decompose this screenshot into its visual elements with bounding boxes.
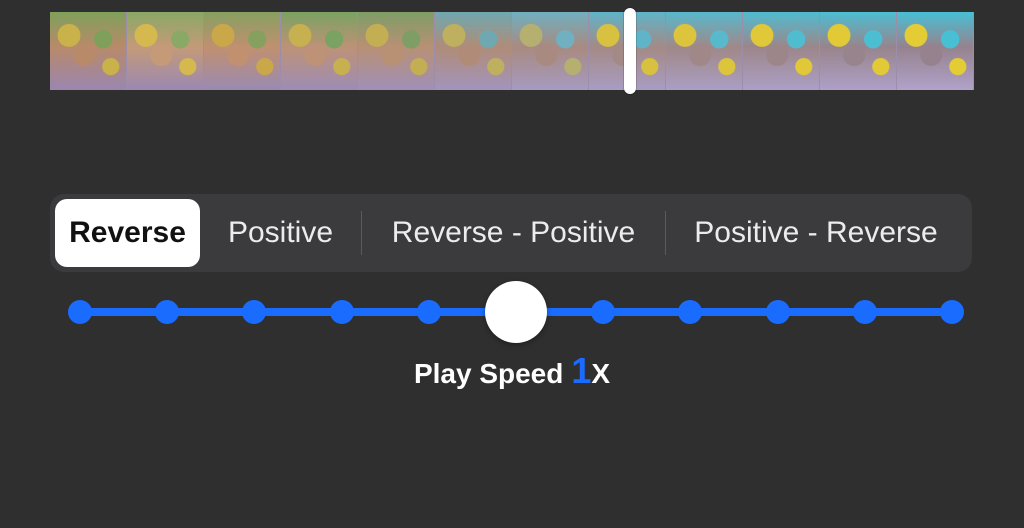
filmstrip-frame: [127, 12, 204, 90]
frame-thumbnail: [820, 12, 896, 90]
slider-step-dot[interactable]: [940, 300, 964, 324]
frame-thumbnail: [897, 12, 973, 90]
video-filmstrip[interactable]: [50, 12, 974, 90]
play-speed-value: 1: [571, 350, 592, 391]
segment-positive-reverse-label: Positive - Reverse: [694, 216, 938, 249]
playback-settings-screen: Reverse Positive Reverse - Positive Posi…: [0, 0, 1024, 528]
filmstrip-frame: [281, 12, 358, 90]
frame-thumbnail: [50, 12, 126, 90]
segment-positive[interactable]: Positive: [200, 199, 361, 267]
segment-reverse-positive-label: Reverse - Positive: [391, 216, 636, 249]
filmstrip-frame: [435, 12, 512, 90]
frame-thumbnail: [127, 12, 203, 90]
segment-reverse-label: Reverse: [69, 216, 186, 249]
filmstrip-frame: [743, 12, 820, 90]
slider-step-dot[interactable]: [852, 300, 877, 324]
slider-step-dot[interactable]: [329, 300, 354, 324]
frame-thumbnail: [204, 12, 280, 90]
frame-thumbnail: [512, 12, 588, 90]
slider-step-dot[interactable]: [155, 300, 180, 324]
frame-thumbnail: [281, 12, 357, 90]
filmstrip-frame: [666, 12, 743, 90]
segment-reverse[interactable]: Reverse: [55, 199, 200, 267]
slider-step-dot[interactable]: [416, 300, 441, 324]
slider-step-dot[interactable]: [765, 300, 790, 324]
slider-step-dot[interactable]: [591, 300, 616, 324]
segment-positive-reverse[interactable]: Positive - Reverse: [666, 199, 966, 267]
frame-thumbnail: [743, 12, 819, 90]
play-speed-slider[interactable]: [68, 281, 964, 343]
filmstrip-frame: [897, 12, 974, 90]
frame-thumbnail: [435, 12, 511, 90]
slider-step-dot[interactable]: [678, 300, 703, 324]
play-speed-readout: Play Speed 1X: [0, 350, 1024, 392]
filmstrip-frame: [204, 12, 281, 90]
slider-thumb[interactable]: [485, 281, 547, 343]
frame-thumbnail: [358, 12, 434, 90]
slider-step-dot[interactable]: [68, 300, 92, 324]
filmstrip-frame: [820, 12, 897, 90]
playhead-handle[interactable]: [624, 8, 636, 94]
filmstrip-frame: [358, 12, 435, 90]
segment-reverse-positive[interactable]: Reverse - Positive: [362, 199, 665, 267]
play-speed-unit: X: [591, 358, 611, 389]
play-speed-label: Play Speed: [413, 358, 564, 389]
frame-thumbnail: [666, 12, 742, 90]
slider-step-dot[interactable]: [242, 300, 267, 324]
segment-positive-label: Positive: [227, 216, 334, 249]
filmstrip-frame: [512, 12, 589, 90]
playback-mode-segmented-control: Reverse Positive Reverse - Positive Posi…: [50, 194, 972, 272]
filmstrip-frame: [50, 12, 127, 90]
